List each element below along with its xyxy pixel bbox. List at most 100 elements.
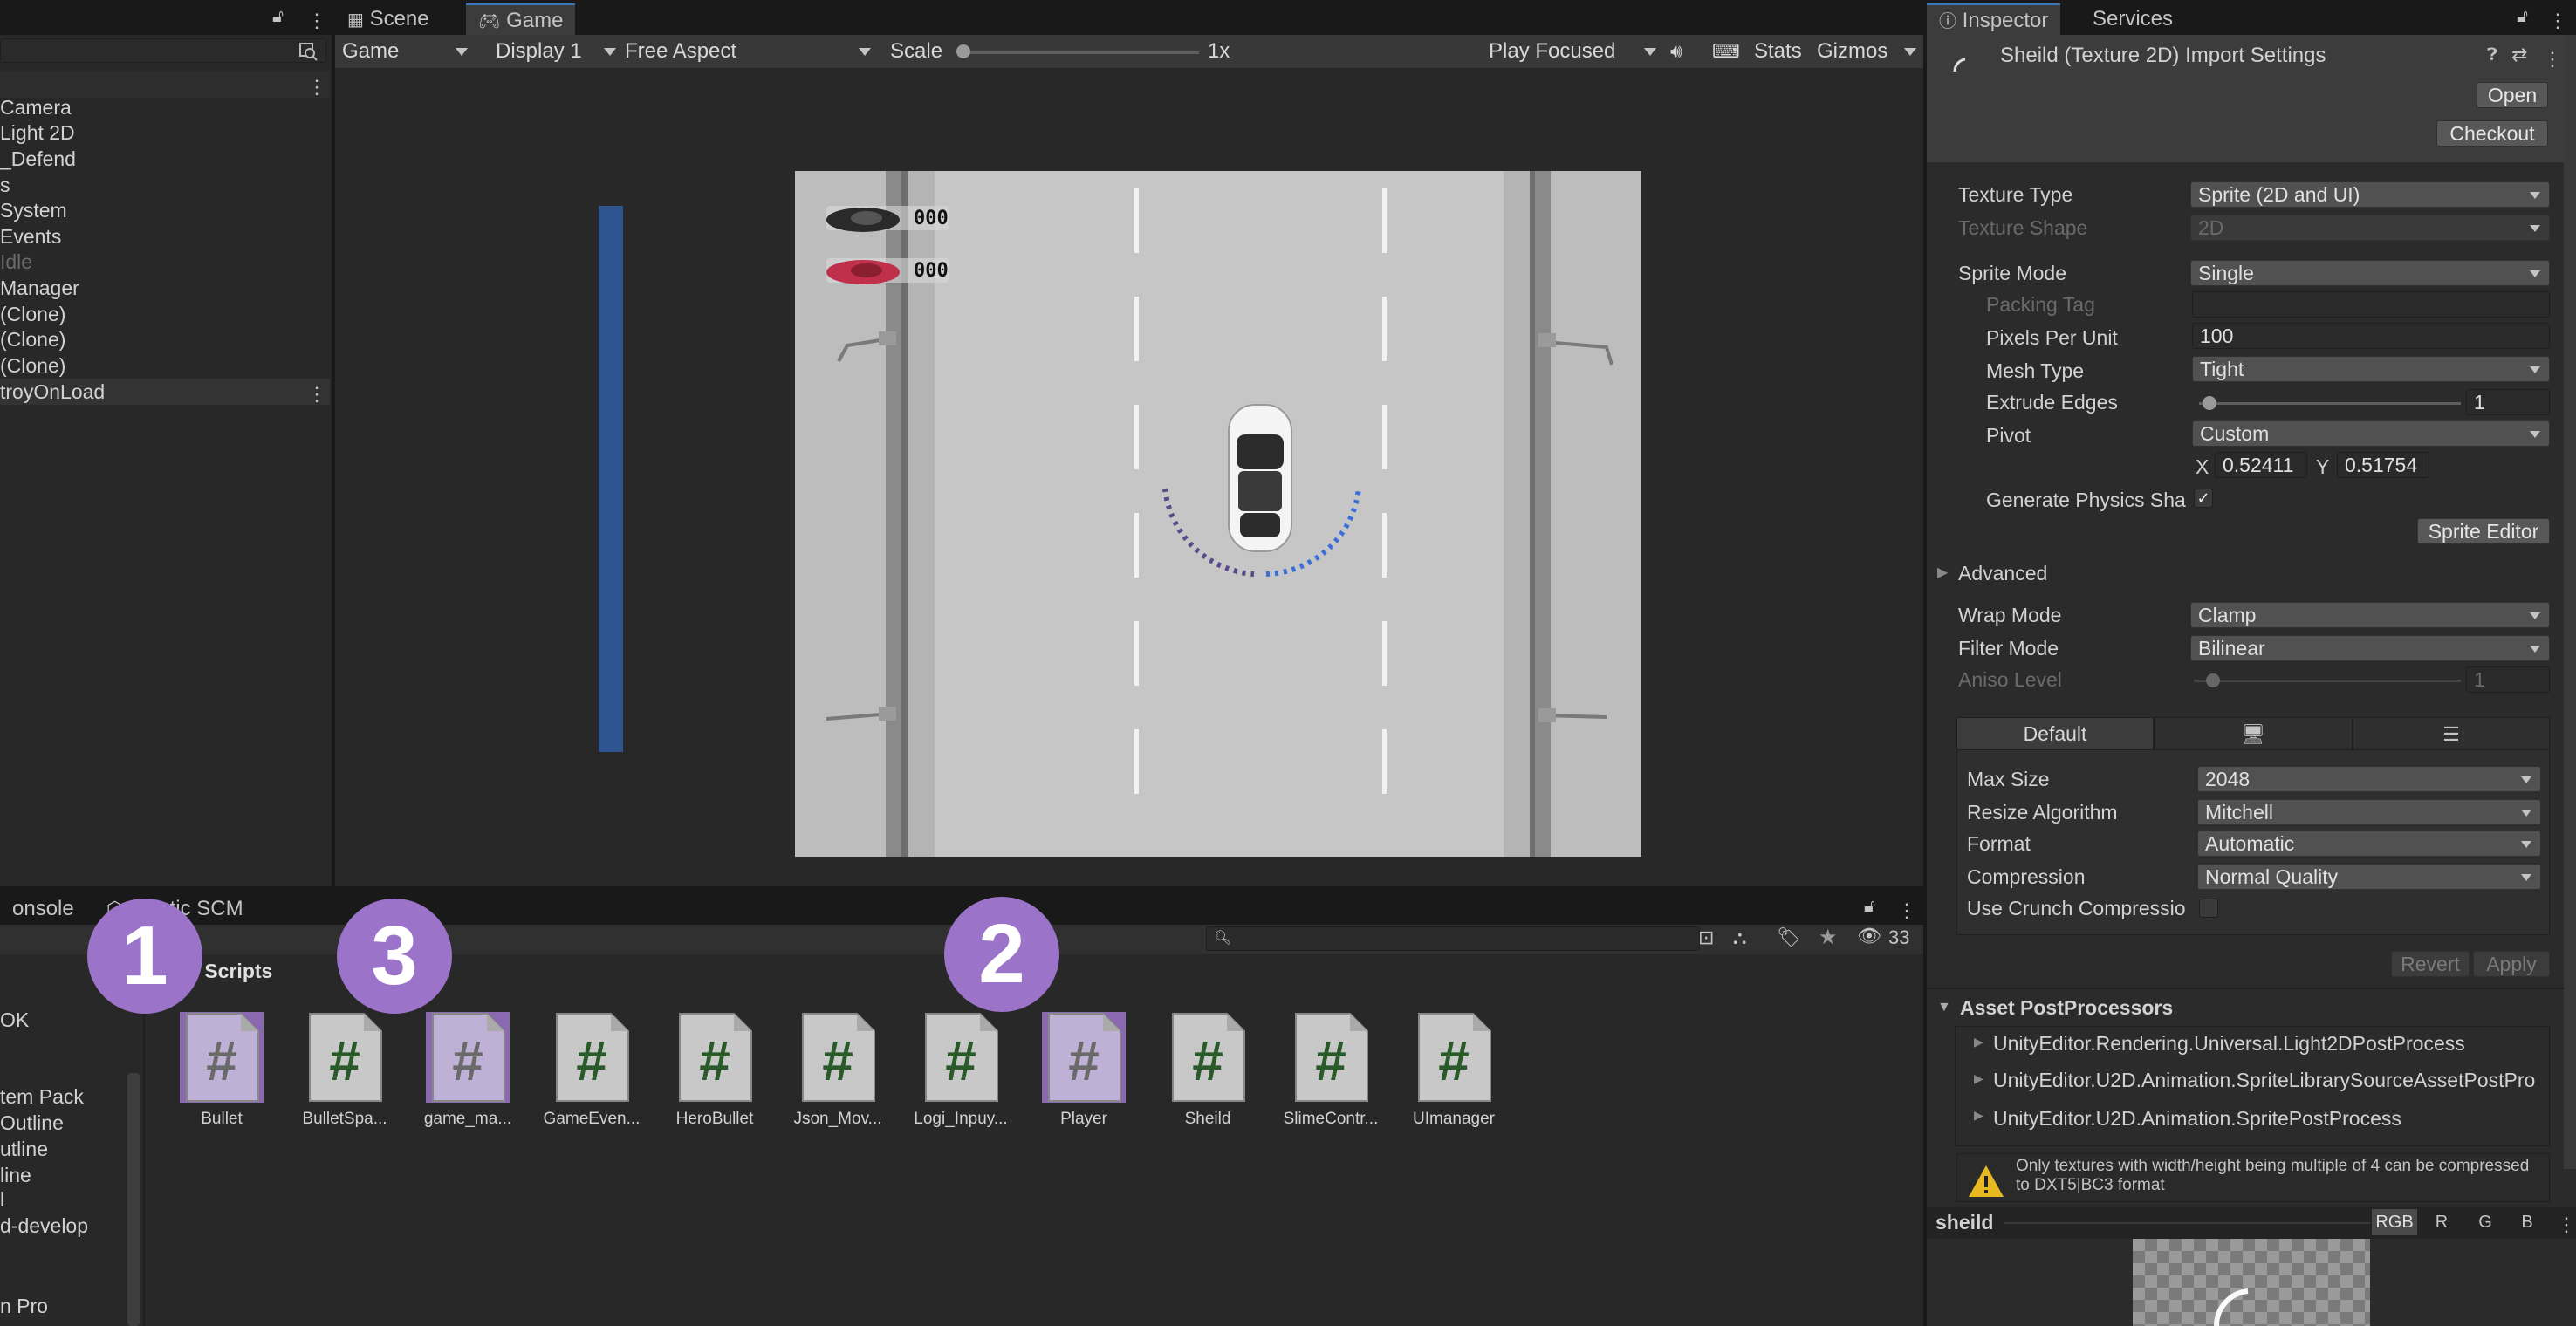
game-mode-dropdown[interactable]: Game (342, 35, 473, 68)
channel-r-button[interactable]: R (2422, 1209, 2461, 1235)
filter-mode-dropdown[interactable]: Bilinear (2190, 635, 2550, 661)
open-button[interactable]: Open (2477, 82, 2548, 108)
resize-algorithm-dropdown[interactable]: Mitchell (2197, 799, 2541, 825)
project-sidebar-scrollbar[interactable] (127, 1073, 140, 1326)
hierarchy-item[interactable]: Light 2D (0, 120, 330, 146)
sidebar-item[interactable]: d-develop (0, 1214, 88, 1238)
project-menu-icon[interactable] (1897, 899, 1902, 918)
sidebar-item[interactable]: Outline (0, 1111, 64, 1135)
hierarchy-item[interactable]: troyOnLoad (0, 379, 330, 405)
asset-tile[interactable]: # GameEven... (539, 1012, 644, 1129)
sidebar-item[interactable]: OK (0, 1008, 29, 1032)
audio-icon[interactable]: 🔊︎ (1670, 35, 1682, 68)
platform-tab-server[interactable]: ☰ (2353, 717, 2550, 750)
wrap-mode-dropdown[interactable]: Clamp (2190, 602, 2550, 628)
sprite-mode-dropdown[interactable]: Single (2190, 260, 2550, 286)
asset-tile[interactable]: # Sheild (1155, 1012, 1260, 1129)
favorite-star-icon[interactable]: ★ (1819, 925, 1838, 950)
settings-sliders-icon[interactable]: ⇄ (2511, 44, 2527, 66)
expand-arrow-icon[interactable]: ▶ (1974, 1071, 1983, 1086)
channel-g-button[interactable]: G (2466, 1209, 2504, 1235)
hierarchy-item[interactable]: (Clone) (0, 326, 330, 352)
asset-postprocessors-label[interactable]: Asset PostProcessors (1960, 996, 2173, 1020)
display-dropdown[interactable]: Display 1 (496, 35, 618, 68)
asset-tile[interactable]: # BulletSpa... (292, 1012, 397, 1129)
header-menu-icon[interactable] (2543, 47, 2548, 66)
sidebar-item[interactable]: utline (0, 1138, 48, 1161)
sidebar-item[interactable]: n Pro (0, 1295, 48, 1318)
pivot-y-field[interactable]: 0.51754 (2337, 452, 2429, 478)
play-mode-dropdown[interactable]: Play Focused (1489, 35, 1658, 68)
postprocessor-item[interactable]: UnityEditor.U2D.Animation.SpriteLibraryS… (1993, 1064, 2550, 1096)
aspect-dropdown[interactable]: Free Aspect (625, 35, 878, 68)
lock-icon[interactable]: 🔓︎ (2517, 7, 2528, 27)
asset-tile[interactable]: # HeroBullet (662, 1012, 767, 1129)
hidden-packages-icon[interactable]: 👁︎ (1857, 925, 1881, 947)
advanced-label[interactable]: Advanced (1958, 562, 2047, 585)
tab-services[interactable]: Services (2080, 3, 2185, 35)
extrude-edges-field[interactable]: 1 (2466, 389, 2550, 415)
preview-menu-icon[interactable] (2557, 1213, 2562, 1232)
collapse-arrow-icon[interactable]: ▼ (1937, 1000, 1951, 1015)
asset-tile[interactable]: # UImanager (1401, 1012, 1506, 1129)
keyboard-icon[interactable]: ⌨︎ (1712, 35, 1740, 68)
stats-button[interactable]: Stats (1754, 35, 1802, 68)
tab-game[interactable]: 🎮︎ Game (466, 3, 576, 35)
platform-tab-default[interactable]: Default (1956, 717, 2154, 750)
sidebar-item[interactable]: line (0, 1164, 31, 1187)
dontdestroy-menu-icon[interactable] (307, 382, 312, 401)
pivot-dropdown[interactable]: Custom (2192, 420, 2550, 447)
hierarchy-item[interactable]: (Clone) (0, 352, 330, 379)
inspector-scrollbar[interactable] (2564, 35, 2576, 1169)
help-icon[interactable]: ❓︎ (2487, 45, 2497, 65)
crunch-compression-checkbox[interactable] (2199, 899, 2218, 918)
tab-inspector[interactable]: ⓘ Inspector (1927, 3, 2061, 35)
asset-tile[interactable]: # Bullet (169, 1007, 274, 1129)
compression-dropdown[interactable]: Normal Quality (2197, 864, 2541, 890)
label-icon[interactable]: 🏷︎ (1777, 926, 1801, 949)
hierarchy-item[interactable]: _Defend (0, 146, 330, 172)
hierarchy-item[interactable]: (Clone) (0, 301, 330, 327)
channel-b-button[interactable]: B (2508, 1209, 2546, 1235)
game-canvas[interactable]: 000 000 (795, 171, 1641, 857)
sprite-editor-button[interactable]: Sprite Editor (2417, 518, 2550, 544)
expand-arrow-icon[interactable]: ▶ (1974, 1035, 1983, 1049)
asset-tile[interactable]: # Logi_Inpuy... (908, 1012, 1013, 1129)
project-search-input[interactable]: 🔍︎ (1206, 926, 1700, 951)
hierarchy-item[interactable]: System (0, 197, 330, 223)
asset-tile[interactable]: # Player (1031, 1007, 1136, 1129)
expand-arrow-icon[interactable]: ▶ (1974, 1108, 1983, 1123)
format-dropdown[interactable]: Automatic (2197, 830, 2541, 857)
search-by-type-icon[interactable]: ⊡ (1698, 926, 1714, 949)
hierarchy-search-input[interactable] (0, 38, 326, 63)
hierarchy-item[interactable]: s (0, 172, 330, 198)
search-by-type-icon[interactable] (298, 42, 318, 61)
pivot-x-field[interactable]: 0.52411 (2215, 452, 2307, 478)
lock-icon[interactable]: 🔓︎ (1864, 897, 1875, 917)
max-size-dropdown[interactable]: 2048 (2197, 766, 2541, 792)
generate-physics-checkbox[interactable]: ✓ (2194, 489, 2213, 508)
hierarchy-item[interactable]: Idle (0, 249, 330, 275)
scale-slider-thumb[interactable] (956, 44, 970, 58)
scene-menu-icon[interactable] (307, 75, 312, 94)
postprocessor-item[interactable]: UnityEditor.Rendering.Universal.Light2DP… (1993, 1028, 2550, 1059)
inspector-menu-icon[interactable] (2548, 9, 2553, 28)
hierarchy-item[interactable]: Camera (0, 94, 330, 120)
pixels-per-unit-field[interactable]: 100 (2192, 323, 2550, 349)
lock-icon[interactable]: 🔓︎ (272, 7, 284, 27)
asset-tile[interactable]: # Json_Mov... (785, 1012, 890, 1129)
gizmos-dropdown[interactable]: Gizmos (1817, 35, 1920, 68)
extrude-edges-slider-track[interactable] (2199, 402, 2461, 405)
asset-tile[interactable]: # game_ma... (415, 1007, 520, 1129)
expand-arrow-icon[interactable]: ▶ (1937, 564, 1948, 581)
asset-tile[interactable]: # SlimeContr... (1278, 1012, 1383, 1129)
sidebar-item[interactable]: tem Pack (0, 1085, 84, 1109)
scale-slider-track[interactable] (963, 51, 1199, 54)
filter-by-type-icon[interactable]: ⛬ (1733, 926, 1746, 949)
tab-scene[interactable]: ▦︎ Scene (335, 3, 442, 35)
hierarchy-menu-icon[interactable] (307, 9, 312, 28)
hierarchy-item[interactable]: Events (0, 223, 330, 249)
mesh-type-dropdown[interactable]: Tight (2192, 356, 2550, 382)
checkout-button[interactable]: Checkout (2436, 120, 2548, 147)
tab-console[interactable]: onsole (0, 893, 86, 925)
